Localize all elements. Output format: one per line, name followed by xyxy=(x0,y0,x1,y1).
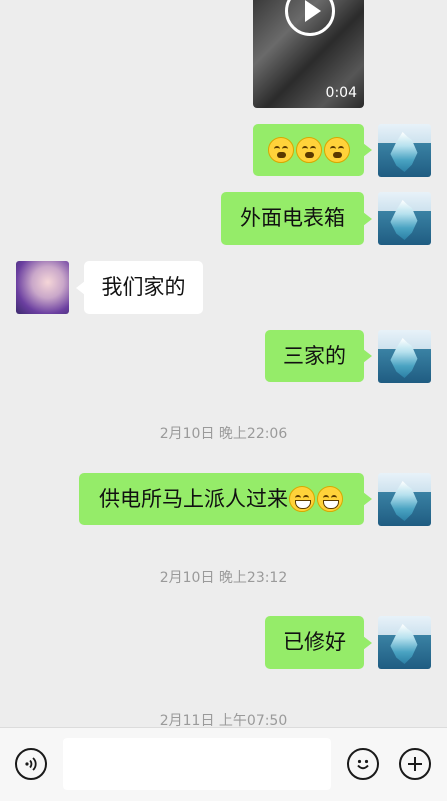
message-bubble-emoji[interactable] xyxy=(253,124,372,176)
message-bubble[interactable]: 外面电表箱 xyxy=(221,192,372,245)
video-message[interactable]: 0:04 xyxy=(253,0,364,108)
emoji-icon xyxy=(267,137,294,163)
contact-avatar[interactable] xyxy=(16,261,69,314)
message-text: 供电所马上派人过来 xyxy=(99,486,288,511)
input-bar xyxy=(0,727,447,801)
timestamp: 2月10日 晚上23:12 xyxy=(159,570,288,586)
my-avatar[interactable] xyxy=(378,124,431,177)
video-duration: 0:04 xyxy=(325,85,357,101)
my-avatar[interactable] xyxy=(378,473,431,526)
emoji-picker-icon[interactable] xyxy=(347,748,379,780)
message-bubble[interactable]: 已修好 xyxy=(265,616,372,669)
my-avatar[interactable] xyxy=(378,616,431,669)
timestamp: 2月10日 晚上22:06 xyxy=(159,426,288,442)
message-bubble-received[interactable]: 我们家的 xyxy=(76,261,203,314)
message-bubble[interactable]: 三家的 xyxy=(265,330,372,382)
message-input[interactable] xyxy=(63,738,331,790)
my-avatar[interactable] xyxy=(378,192,431,245)
message-bubble[interactable]: 供电所马上派人过来 xyxy=(79,473,372,525)
play-icon[interactable] xyxy=(285,0,335,36)
emoji-icon xyxy=(295,137,322,163)
emoji-icon xyxy=(323,137,350,163)
grin-emoji-icon xyxy=(317,486,343,512)
grin-emoji-icon xyxy=(289,486,315,512)
voice-input-icon[interactable] xyxy=(15,748,47,780)
my-avatar[interactable] xyxy=(378,330,431,383)
more-plus-icon[interactable] xyxy=(399,748,431,780)
